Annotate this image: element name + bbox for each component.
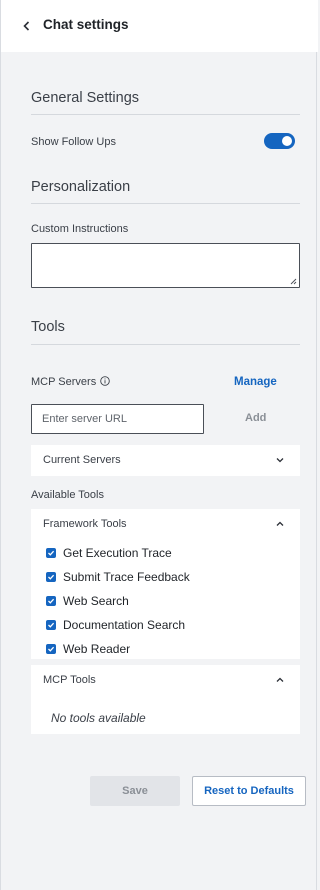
current-servers-label: Current Servers	[43, 454, 121, 466]
reset-to-defaults-button[interactable]: Reset to Defaults	[192, 776, 306, 806]
resize-grip-icon[interactable]	[290, 278, 297, 285]
checkbox-checked-icon[interactable]	[46, 596, 56, 606]
info-icon[interactable]	[100, 376, 110, 386]
checkbox-checked-icon[interactable]	[46, 620, 56, 630]
tool-item[interactable]: Get Execution Trace	[46, 546, 172, 560]
tool-label: Web Reader	[63, 642, 131, 656]
show-follow-ups-label: Show Follow Ups	[31, 136, 116, 148]
checkbox-checked-icon[interactable]	[46, 548, 56, 558]
settings-panel: Chat settings General Settings Show Foll…	[0, 0, 318, 890]
chevron-up-icon[interactable]	[275, 675, 285, 685]
available-tools-label: Available Tools	[31, 489, 104, 501]
custom-instructions-textarea[interactable]	[31, 243, 300, 288]
divider	[31, 344, 300, 345]
divider	[31, 203, 300, 204]
mcp-tools-panel: MCP Tools No tools available	[31, 665, 300, 734]
panel-header: Chat settings	[1, 0, 318, 52]
back-chevron-icon[interactable]	[19, 17, 33, 35]
tool-item[interactable]: Web Search	[46, 594, 129, 608]
save-button[interactable]: Save	[90, 776, 180, 806]
custom-instructions-label: Custom Instructions	[31, 223, 129, 235]
framework-tools-heading: Framework Tools	[43, 518, 127, 530]
general-settings-heading: General Settings	[31, 90, 140, 106]
checkbox-checked-icon[interactable]	[46, 644, 56, 654]
personalization-heading: Personalization	[31, 179, 131, 195]
add-server-button[interactable]: Add	[245, 412, 266, 424]
chevron-up-icon[interactable]	[275, 519, 285, 529]
show-follow-ups-toggle[interactable]	[264, 133, 295, 149]
chevron-down-icon[interactable]	[275, 455, 285, 465]
divider	[31, 114, 300, 115]
mcp-servers-label-row: MCP Servers	[31, 376, 110, 388]
tool-label: Submit Trace Feedback	[63, 570, 190, 584]
toggle-knob	[282, 136, 292, 146]
checkbox-checked-icon[interactable]	[46, 572, 56, 582]
mcp-tools-heading: MCP Tools	[43, 674, 96, 686]
tool-item[interactable]: Submit Trace Feedback	[46, 570, 190, 584]
tool-label: Get Execution Trace	[63, 546, 172, 560]
tool-label: Web Search	[63, 594, 129, 608]
mcp-servers-label: MCP Servers	[31, 376, 97, 388]
tool-item[interactable]: Documentation Search	[46, 618, 185, 632]
framework-tools-panel: Framework Tools Get Execution Trace Subm…	[31, 509, 300, 659]
page-title: Chat settings	[43, 17, 129, 32]
empty-state-text: No tools available	[51, 711, 146, 725]
manage-link[interactable]: Manage	[234, 376, 277, 388]
tool-label: Documentation Search	[63, 618, 186, 632]
tool-item[interactable]: Web Reader	[46, 642, 130, 656]
server-url-input[interactable]	[31, 404, 204, 434]
tools-heading: Tools	[31, 319, 65, 335]
current-servers-dropdown[interactable]: Current Servers	[31, 445, 300, 476]
